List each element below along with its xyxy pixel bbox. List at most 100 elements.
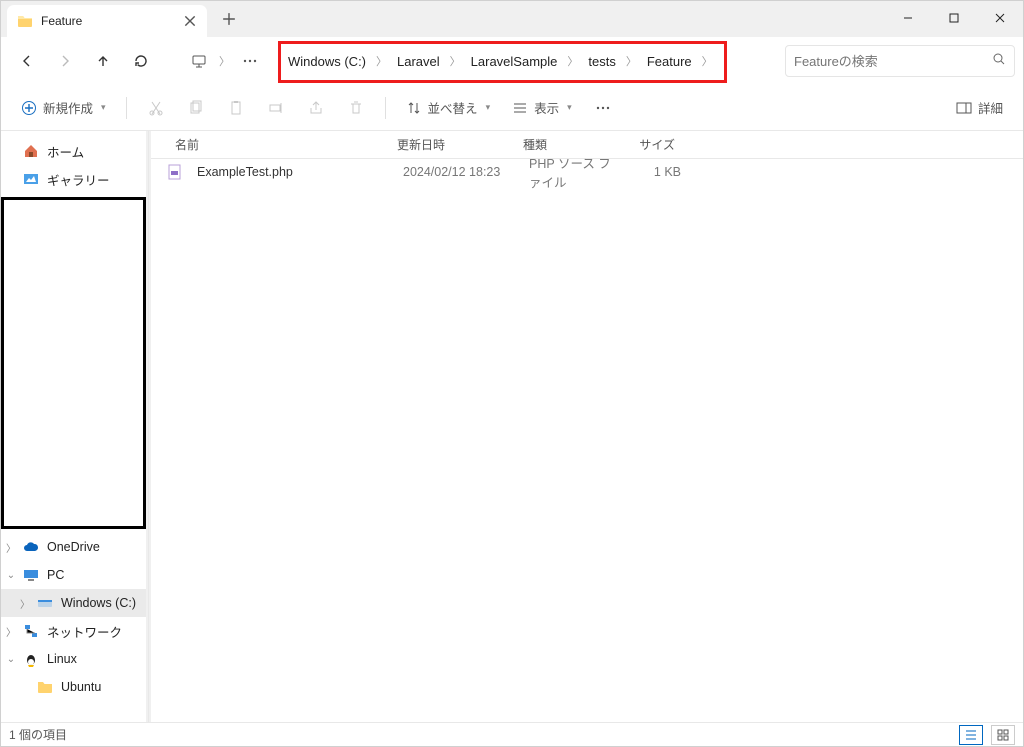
column-type[interactable]: 種類	[515, 136, 617, 153]
rename-button[interactable]	[259, 91, 293, 125]
cloud-icon	[23, 539, 39, 555]
sort-button-label: 並べ替え	[428, 98, 478, 117]
toolbar: 新規作成 ▾ 並べ替え ▾ 表示 ▾ 詳細	[1, 85, 1023, 131]
folder-icon	[37, 679, 53, 695]
more-button[interactable]	[232, 43, 268, 79]
chevron-right-icon: 〉	[702, 53, 713, 69]
copy-button[interactable]	[179, 91, 213, 125]
chevron-down-icon: ▾	[567, 102, 572, 113]
sidebar-label: Windows (C:)	[61, 596, 136, 610]
file-name: ExampleTest.php	[189, 165, 395, 179]
pc-icon	[23, 567, 39, 583]
chevron-right-icon: 〉	[219, 53, 230, 69]
chevron-down-icon: ▾	[486, 102, 491, 113]
paste-button[interactable]	[219, 91, 253, 125]
new-button-label: 新規作成	[43, 98, 93, 117]
separator	[126, 97, 127, 119]
content-area: 名前 更新日時 種類 サイズ ExampleTest.php 2024/02/1…	[151, 131, 1023, 722]
new-tab-button[interactable]	[213, 3, 245, 35]
sidebar-label: Linux	[47, 652, 77, 666]
nav-row: 〉 Windows (C:) 〉 Laravel 〉 LaravelSample…	[1, 37, 1023, 85]
main-area: ホーム ギャラリー 〉 OneDrive ⌄ PC 〉 Windows (C:)	[1, 131, 1023, 722]
expand-icon[interactable]: 〉	[5, 540, 17, 555]
sidebar-label: ギャラリー	[47, 170, 110, 189]
overflow-button[interactable]	[586, 91, 620, 125]
file-row[interactable]: ExampleTest.php 2024/02/12 18:23 PHP ソース…	[151, 159, 1023, 185]
chevron-down-icon: ▾	[101, 102, 106, 113]
close-button[interactable]	[977, 1, 1023, 35]
sidebar-label: ホーム	[47, 142, 84, 161]
back-button[interactable]	[9, 43, 45, 79]
tab-title: Feature	[41, 14, 173, 28]
details-pane-button[interactable]: 詳細	[948, 94, 1011, 121]
breadcrumb-item[interactable]: Feature	[637, 54, 702, 69]
details-view-button[interactable]	[959, 725, 983, 745]
up-button[interactable]	[85, 43, 121, 79]
tab-close-button[interactable]	[181, 12, 199, 30]
status-bar: 1 個の項目	[1, 722, 1023, 746]
sidebar-label: ネットワーク	[47, 622, 122, 641]
refresh-button[interactable]	[123, 43, 159, 79]
explorer-window: Feature 〉 Windows (C:) 〉 Laravel 〉	[0, 0, 1024, 747]
sidebar-item-onedrive[interactable]: 〉 OneDrive	[1, 533, 146, 561]
maximize-button[interactable]	[931, 1, 977, 35]
chevron-right-icon: 〉	[567, 53, 578, 69]
status-item-count: 1 個の項目	[9, 726, 67, 743]
php-file-icon	[167, 164, 183, 180]
chevron-right-icon: 〉	[450, 53, 461, 69]
title-bar: Feature	[1, 1, 1023, 37]
sidebar-splitter[interactable]	[146, 131, 151, 722]
view-button[interactable]: 表示 ▾	[504, 94, 580, 121]
sidebar-item-pc[interactable]: ⌄ PC	[1, 561, 146, 589]
separator	[385, 97, 386, 119]
cut-button[interactable]	[139, 91, 173, 125]
sidebar-item-linux[interactable]: ⌄ Linux	[1, 645, 146, 673]
sidebar-label: Ubuntu	[61, 680, 101, 694]
column-size[interactable]: サイズ	[617, 136, 683, 153]
collapse-icon[interactable]: ⌄	[5, 654, 17, 665]
icons-view-button[interactable]	[991, 725, 1015, 745]
details-pane-label: 詳細	[978, 98, 1003, 117]
sidebar-label: PC	[47, 568, 64, 582]
file-type: PHP ソース ファイル	[521, 153, 623, 191]
home-icon	[23, 143, 39, 159]
forward-button[interactable]	[47, 43, 83, 79]
sidebar-item-gallery[interactable]: ギャラリー	[1, 165, 146, 193]
file-size: 1 KB	[623, 165, 689, 179]
minimize-button[interactable]	[885, 1, 931, 35]
breadcrumb-item[interactable]: Laravel	[387, 54, 450, 69]
search-box[interactable]	[785, 45, 1015, 77]
linux-icon	[23, 651, 39, 667]
share-button[interactable]	[299, 91, 333, 125]
column-date[interactable]: 更新日時	[389, 136, 515, 153]
gallery-icon	[23, 171, 39, 187]
search-icon	[992, 52, 1006, 71]
sidebar-item-ubuntu[interactable]: Ubuntu	[1, 673, 146, 701]
pc-root-icon[interactable]	[181, 43, 217, 79]
sidebar-item-windows-c[interactable]: 〉 Windows (C:)	[1, 589, 146, 617]
search-input[interactable]	[794, 54, 986, 69]
sidebar-item-network[interactable]: 〉 ネットワーク	[1, 617, 146, 645]
redacted-area	[1, 197, 146, 529]
window-controls	[885, 1, 1023, 35]
expand-icon[interactable]: 〉	[19, 596, 31, 611]
chevron-right-icon: 〉	[376, 53, 387, 69]
view-button-label: 表示	[534, 98, 559, 117]
folder-icon	[17, 13, 33, 29]
tab-feature[interactable]: Feature	[7, 5, 207, 37]
column-name[interactable]: 名前	[167, 136, 389, 153]
breadcrumb-item[interactable]: Windows (C:)	[278, 54, 376, 69]
breadcrumb: Windows (C:) 〉 Laravel 〉 LaravelSample 〉…	[278, 45, 775, 77]
breadcrumb-item[interactable]: LaravelSample	[461, 54, 568, 69]
breadcrumb-item[interactable]: tests	[578, 54, 625, 69]
delete-button[interactable]	[339, 91, 373, 125]
collapse-icon[interactable]: ⌄	[5, 570, 17, 581]
new-button[interactable]: 新規作成 ▾	[13, 94, 114, 121]
expand-icon[interactable]: 〉	[5, 624, 17, 639]
chevron-right-icon: 〉	[626, 53, 637, 69]
sort-button[interactable]: 並べ替え ▾	[398, 94, 499, 121]
sidebar-item-home[interactable]: ホーム	[1, 137, 146, 165]
drive-icon	[37, 595, 53, 611]
file-date: 2024/02/12 18:23	[395, 165, 521, 179]
network-icon	[23, 623, 39, 639]
